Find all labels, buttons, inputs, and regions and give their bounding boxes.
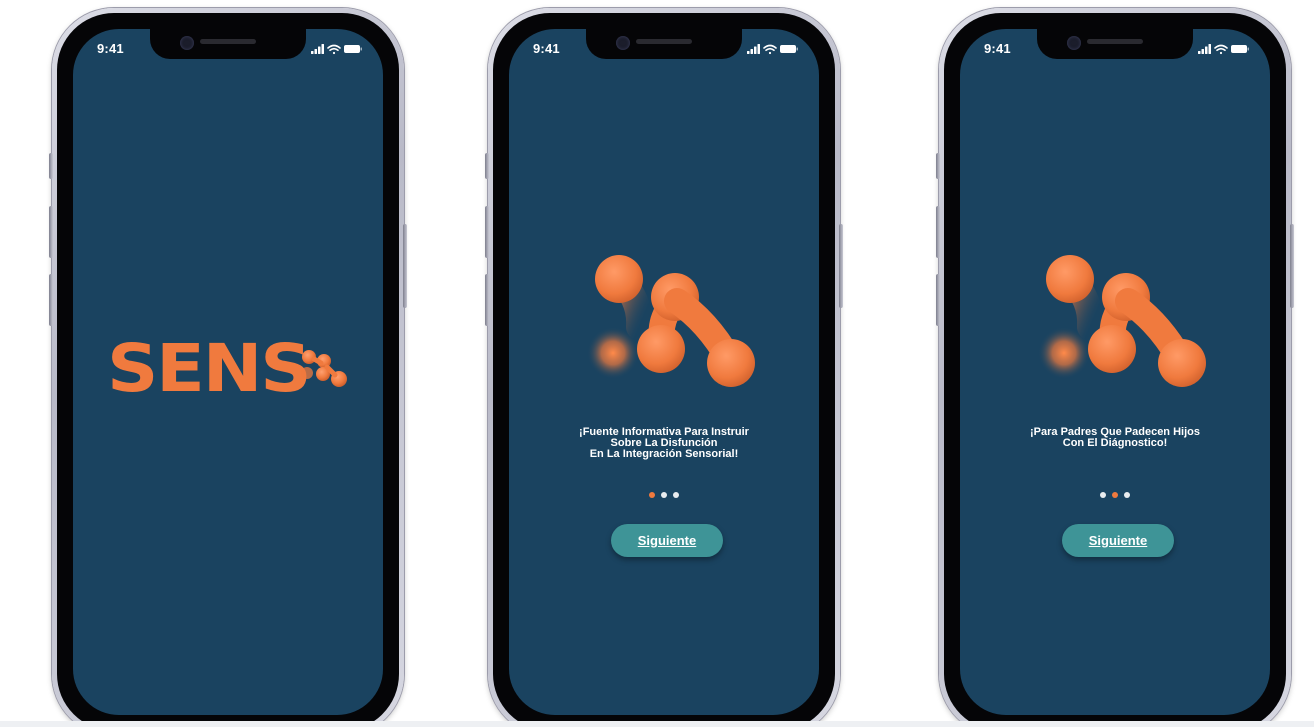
volume-up-button (936, 206, 940, 258)
onboarding-message: ¡Para Padres Que Padecen Hijos Con El Di… (1030, 426, 1200, 449)
volume-down-button (936, 274, 940, 326)
onboarding-screen-1: 9:41 ¡Fuente Informativa Para Instruir S… (509, 29, 819, 715)
battery-icon (1231, 45, 1249, 53)
mute-switch (485, 153, 489, 179)
signal-icon (747, 44, 760, 54)
mute-switch (49, 153, 53, 179)
signal-icon (311, 44, 324, 54)
phone-bezel: 9:41 (944, 13, 1286, 727)
front-camera (1067, 36, 1081, 50)
power-button (839, 224, 843, 308)
mockup-canvas: 9:41 SENS 9:41 ¡Fuente Informativa Para … (0, 0, 1314, 727)
notch (1037, 29, 1193, 59)
power-button (1290, 224, 1294, 308)
battery-icon (780, 45, 798, 53)
wifi-icon (763, 44, 777, 55)
mute-switch (936, 153, 940, 179)
onboarding-message: ¡Fuente Informativa Para Instruir Sobre … (579, 426, 749, 460)
signal-icon (1198, 44, 1211, 54)
next-button[interactable]: Siguiente (1062, 524, 1174, 557)
status-icons (1198, 44, 1249, 55)
phone-onboarding-1: 9:41 ¡Fuente Informativa Para Instruir S… (485, 8, 843, 727)
status-time: 9:41 (533, 41, 560, 56)
logo-wordmark: SENS (107, 330, 312, 407)
page-dot-3[interactable] (1124, 492, 1130, 498)
status-time: 9:41 (97, 41, 124, 56)
volume-down-button (49, 274, 53, 326)
status-time: 9:41 (984, 41, 1011, 56)
front-camera (616, 36, 630, 50)
page-dot-2[interactable] (1112, 492, 1118, 498)
page-indicator (509, 485, 819, 498)
page-indicator (960, 485, 1270, 498)
phone-bezel: 9:41 (493, 13, 835, 727)
speaker-grille (200, 39, 256, 44)
speaker-grille (1087, 39, 1143, 44)
battery-icon (344, 45, 362, 53)
volume-up-button (49, 206, 53, 258)
page-dot-3[interactable] (673, 492, 679, 498)
sens-molecule-icon (1038, 255, 1206, 387)
onboarding-screen-2: 9:41 ¡Para Padres Que Padecen Hijos Con … (960, 29, 1270, 715)
volume-up-button (485, 206, 489, 258)
wifi-icon (327, 44, 341, 55)
notch (586, 29, 742, 59)
sens-logo: SENS (107, 329, 359, 409)
bottom-strip (0, 721, 1314, 727)
next-button[interactable]: Siguiente (611, 524, 723, 557)
phone-bezel: 9:41 (57, 13, 399, 727)
power-button (403, 224, 407, 308)
wifi-icon (1214, 44, 1228, 55)
page-dot-2[interactable] (661, 492, 667, 498)
phone-splash: 9:41 SENS (49, 8, 407, 727)
speaker-grille (636, 39, 692, 44)
phone-onboarding-2: 9:41 ¡Para Padres Que Padecen Hijos Con … (936, 8, 1294, 727)
page-dot-1[interactable] (649, 492, 655, 498)
volume-down-button (485, 274, 489, 326)
status-icons (747, 44, 798, 55)
notch (150, 29, 306, 59)
splash-screen: 9:41 SENS (73, 29, 383, 715)
sens-molecule-icon (301, 350, 347, 387)
sens-molecule-icon (587, 255, 755, 387)
status-icons (311, 44, 362, 55)
front-camera (180, 36, 194, 50)
page-dot-1[interactable] (1100, 492, 1106, 498)
